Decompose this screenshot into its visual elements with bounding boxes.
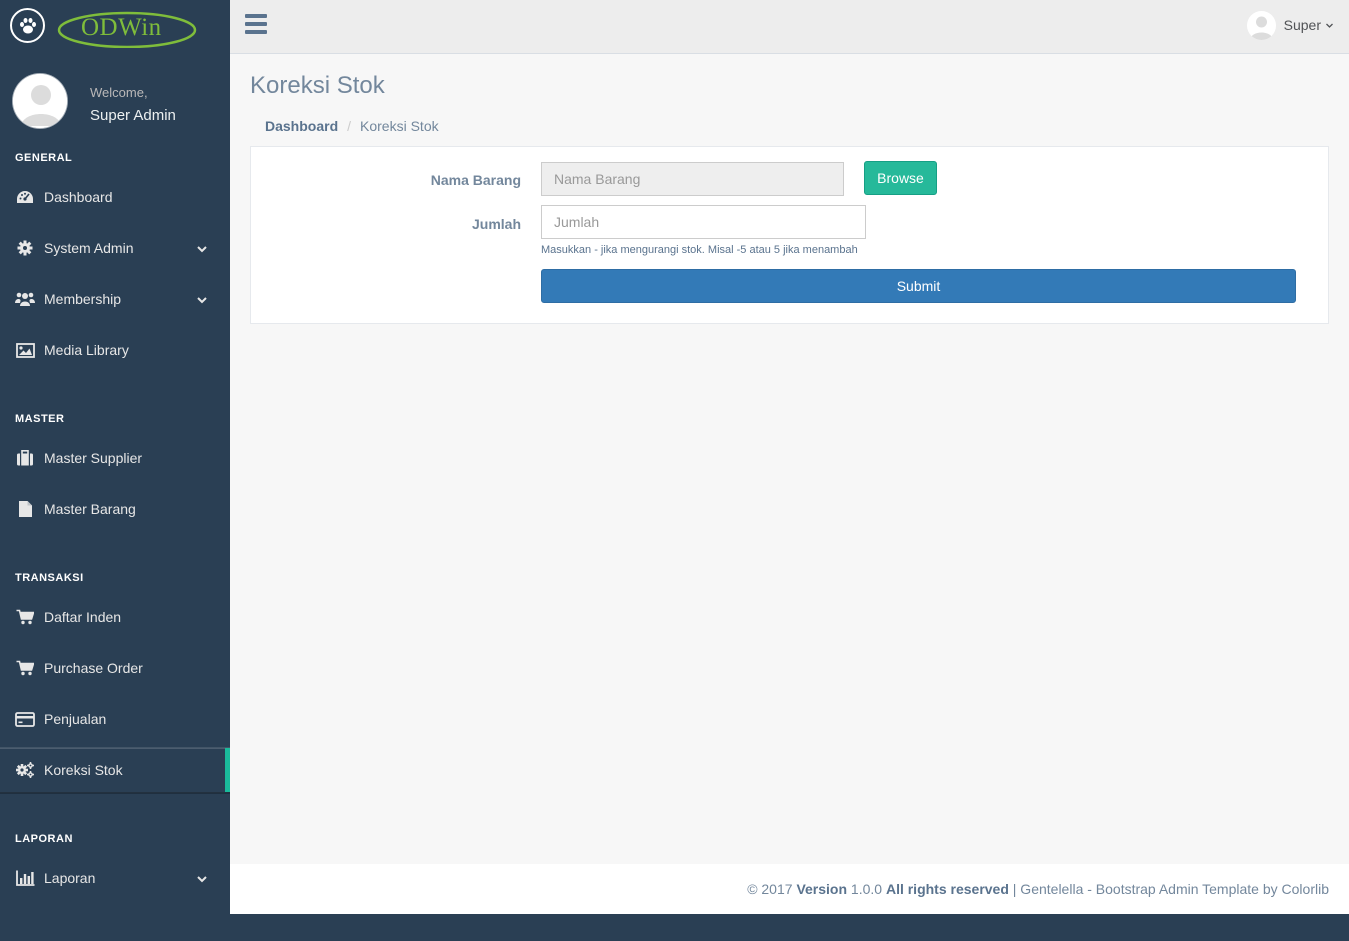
brand: ODWin [0,0,230,54]
jumlah-help-text: Masukkan - jika mengurangi stok. Misal -… [541,244,858,256]
koreksi-stok-form: Nama Barang Browse Jumlah Masukkan - jik… [250,146,1329,324]
profile: Welcome, Super Admin [0,70,230,134]
user-menu[interactable]: Super [1246,10,1334,40]
odwin-logo[interactable]: ODWin [57,8,199,49]
sidebar-item-label: Koreksi Stok [44,762,123,778]
avatar [12,73,68,129]
gears-icon [15,761,35,779]
breadcrumb-current: Koreksi Stok [360,118,439,134]
breadcrumb: Dashboard / Koreksi Stok [265,118,439,134]
user-avatar [1246,10,1276,40]
footer-version-label: Version [796,881,848,897]
footer-text: © 2017 Version 1.0.0 All rights reserved… [747,881,1329,897]
chevron-down-icon [196,242,208,254]
submit-button[interactable]: Submit [541,269,1296,303]
logo-text: ODWin [81,14,162,41]
menu-toggle-icon[interactable] [245,14,267,35]
sidebar-item-label: System Admin [44,240,134,256]
dashboard-icon [15,188,35,206]
sidebar-item-dashboard[interactable]: Dashboard [0,174,230,220]
welcome-text: Welcome, [90,85,148,100]
footer: © 2017 Version 1.0.0 All rights reserved… [230,864,1349,914]
user-menu-label: Super [1283,17,1321,33]
top-navbar: Super [230,0,1349,54]
cart-icon [15,659,35,677]
section-title-laporan: LAPORAN [15,833,73,845]
section-title-transaksi: TRANSAKSI [15,572,84,584]
sidebar-item-label: Laporan [44,870,96,886]
section-title-master: MASTER [15,413,65,425]
footer-version: 1.0.0 [850,881,883,897]
sidebar-item-media-library[interactable]: Media Library [0,327,230,373]
sidebar-item-label: Dashboard [44,189,113,205]
section-title-general: GENERAL [15,152,73,164]
sidebar: ODWin Welcome, Super Admin GENERAL Dashb… [0,0,230,941]
footer-credit-link[interactable]: Colorlib [1282,881,1329,897]
sidebar-item-purchase-order[interactable]: Purchase Order [0,645,230,691]
sidebar-item-koreksi-stok[interactable]: Koreksi Stok [0,747,230,793]
file-icon [15,500,35,518]
profile-name: Super Admin [90,107,176,124]
sidebar-item-label: Master Supplier [44,450,143,466]
sidebar-item-daftar-inden[interactable]: Daftar Inden [0,594,230,640]
bar-chart-icon [15,869,35,887]
sidebar-item-label: Membership [44,291,122,307]
jumlah-label: Jumlah [471,216,521,232]
image-icon [15,341,35,359]
briefcase-icon [15,449,35,467]
chevron-down-icon [196,872,208,884]
sidebar-item-laporan[interactable]: Laporan [0,855,230,901]
chevron-down-icon [196,293,208,305]
sidebar-item-master-barang[interactable]: Master Barang [0,486,230,532]
browse-button[interactable]: Browse [864,161,937,195]
gear-icon [15,239,35,257]
footer-copyright: © 2017 [747,881,793,897]
main-content: Koreksi Stok Dashboard / Koreksi Stok Na… [230,54,1349,864]
sidebar-item-label: Media Library [44,342,129,358]
page-title: Koreksi Stok [250,72,385,99]
sidebar-item-system-admin[interactable]: System Admin [0,225,230,271]
footer-rights: All rights reserved [885,881,1009,897]
footer-credit: | Gentelella - Bootstrap Admin Template … [1012,881,1278,897]
sidebar-item-label: Purchase Order [44,660,143,676]
cart-icon [15,608,35,626]
breadcrumb-separator: / [347,118,352,134]
paw-icon[interactable] [10,8,45,43]
sidebar-item-label: Daftar Inden [44,609,122,625]
credit-card-icon [15,710,35,728]
users-icon [15,290,35,308]
nama-barang-label: Nama Barang [430,172,521,188]
sidebar-item-label: Penjualan [44,711,107,727]
jumlah-input[interactable] [541,205,866,239]
sidebar-item-label: Master Barang [44,501,136,517]
chevron-down-icon [1325,21,1334,30]
sidebar-item-penjualan[interactable]: Penjualan [0,696,230,742]
sidebar-item-membership[interactable]: Membership [0,276,230,322]
breadcrumb-dashboard-link[interactable]: Dashboard [265,118,338,134]
nama-barang-input[interactable] [541,162,844,196]
sidebar-item-master-supplier[interactable]: Master Supplier [0,435,230,481]
